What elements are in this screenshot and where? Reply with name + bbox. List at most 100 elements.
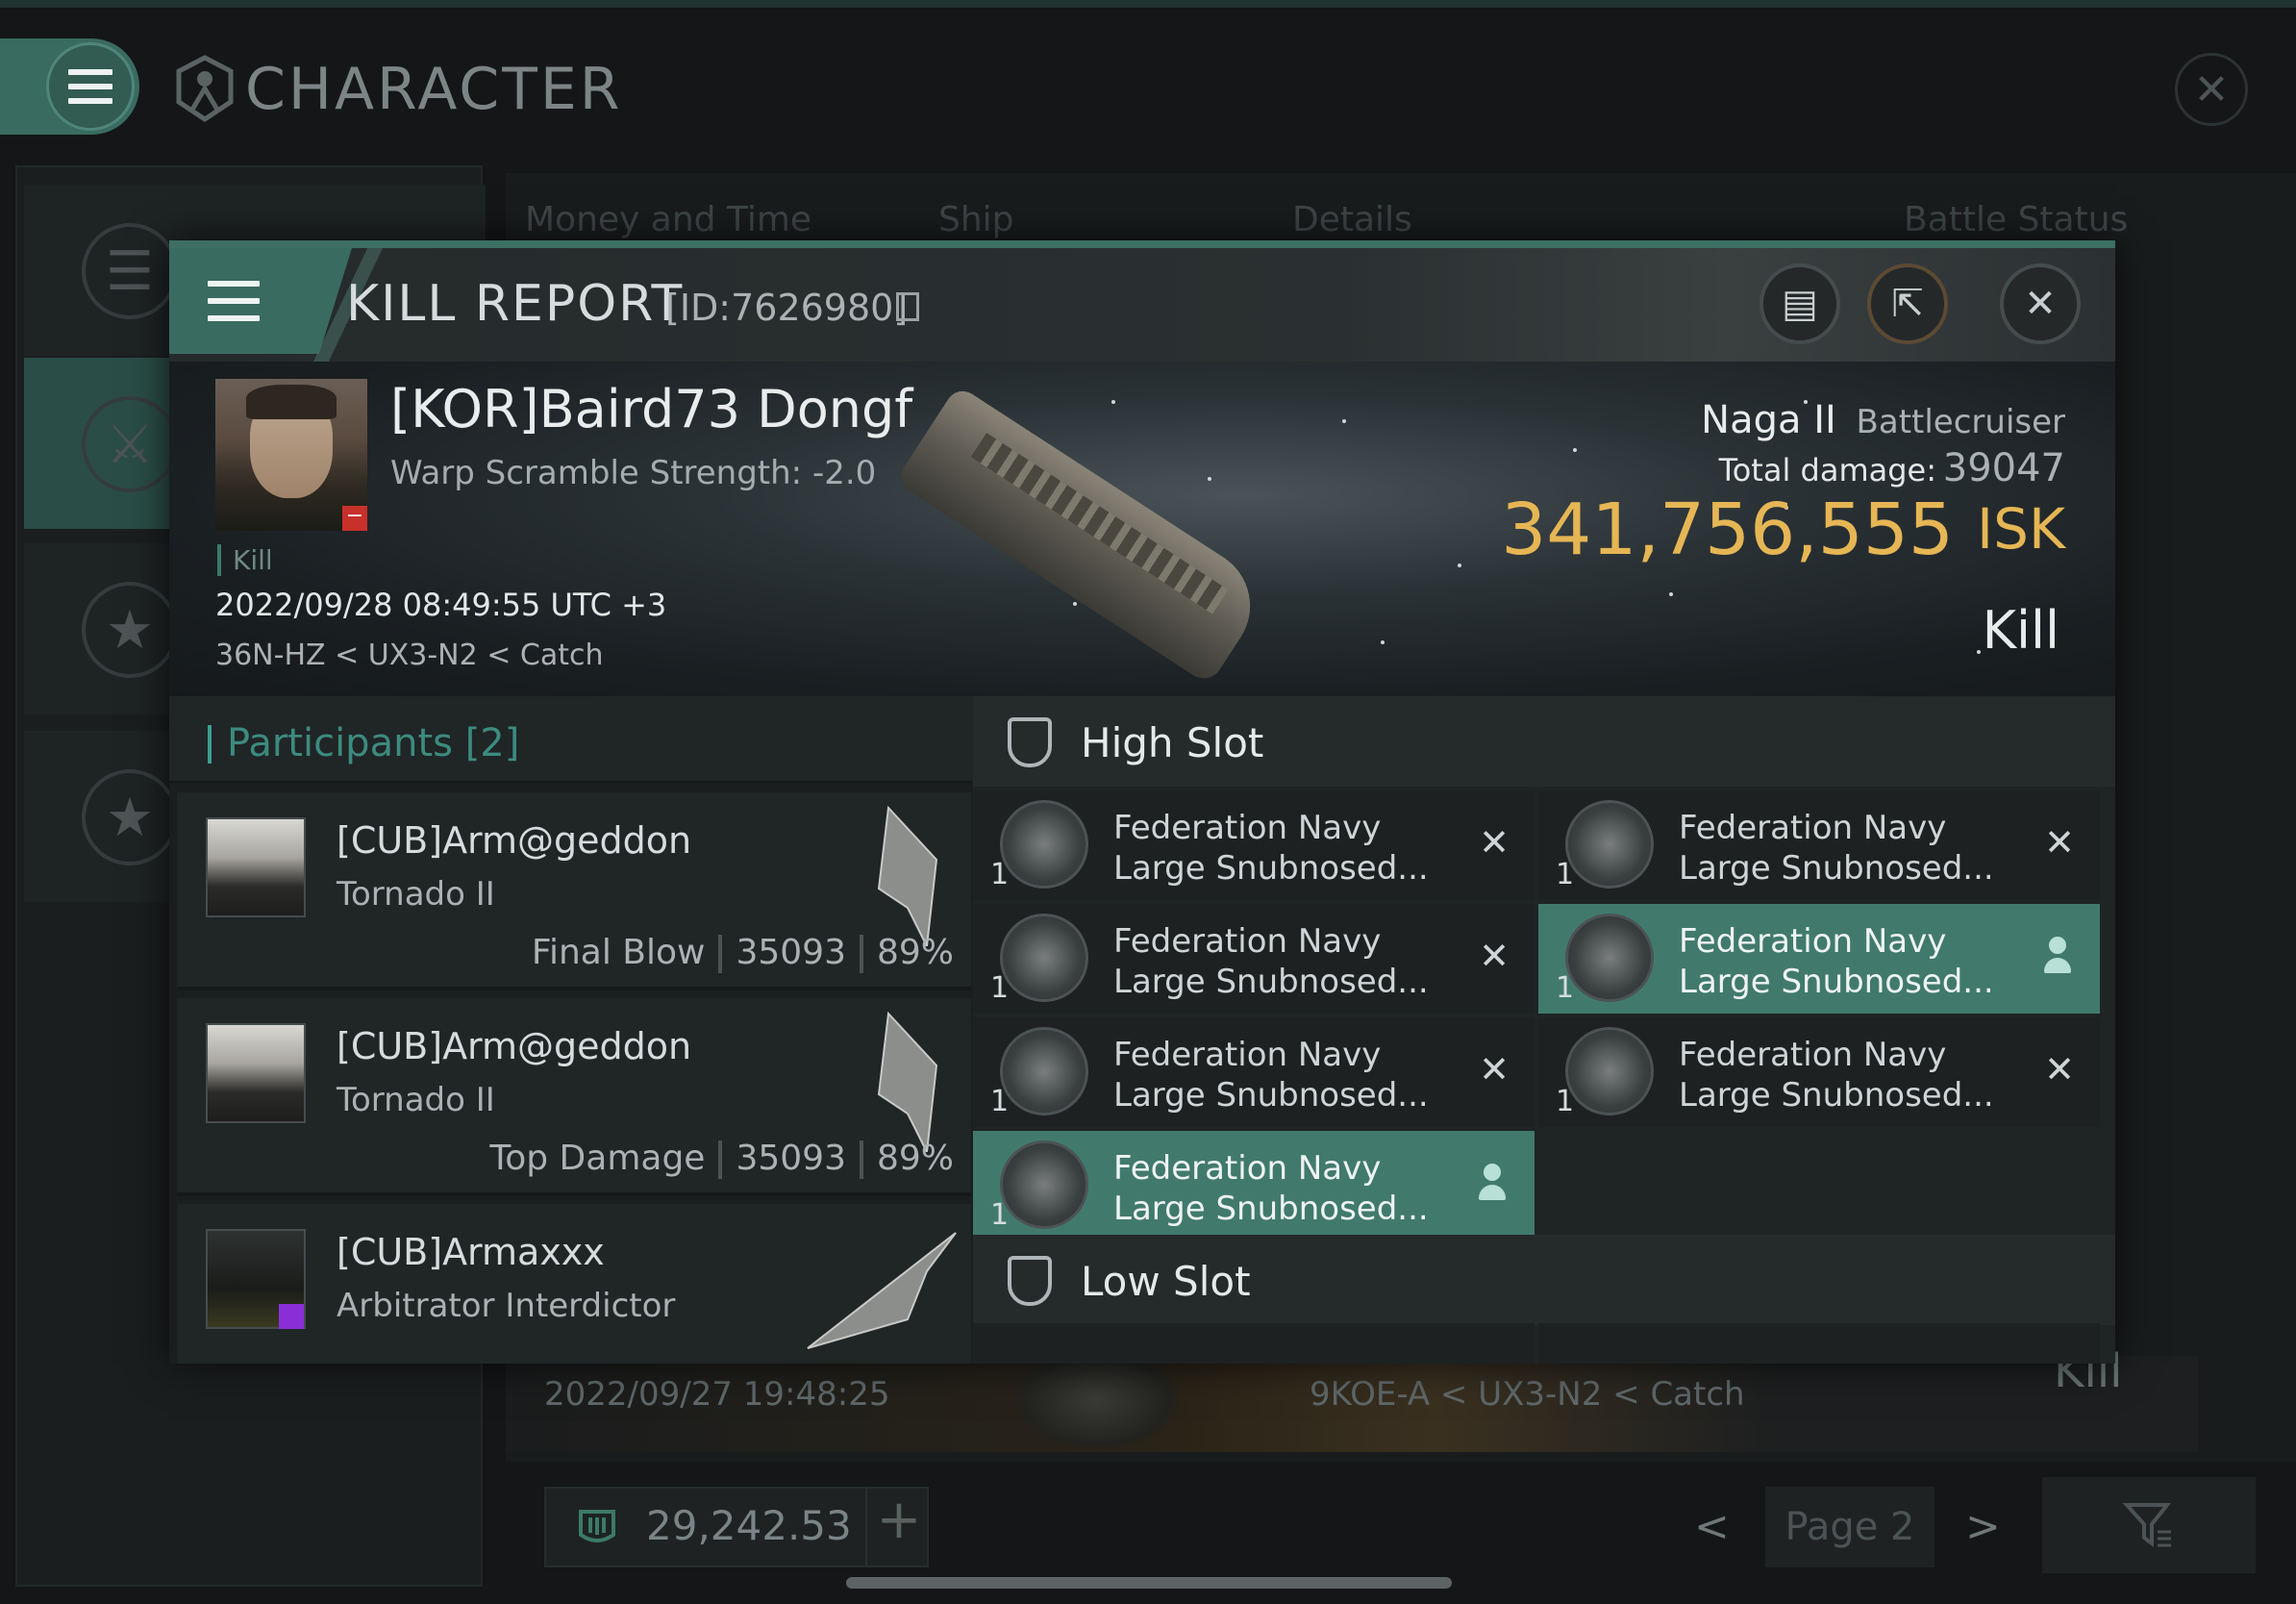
high-slot-icon: [1008, 717, 1052, 767]
module-icon: [1000, 914, 1088, 1002]
destroyed-icon: ✕: [1479, 1048, 1510, 1090]
page-indicator: Page 2: [1765, 1487, 1934, 1567]
module-name-line1: Federation Navy: [1113, 1149, 1382, 1188]
destroyed-icon: ✕: [2044, 1048, 2075, 1090]
participant-row[interactable]: [CUB]Armaxxx Arbitrator Interdictor: [177, 1204, 971, 1364]
share-button[interactable]: ⇱: [1867, 263, 1948, 344]
participant-stats: Final Blow 35093 89%: [532, 933, 954, 973]
participant-role: Final Blow: [531, 933, 706, 972]
destroyed-icon: ✕: [1479, 935, 1510, 977]
module-quantity: 1: [990, 858, 1010, 891]
module-name-line1: Federation Navy: [1113, 809, 1382, 847]
filter-icon: [2123, 1503, 2172, 1547]
module-item[interactable]: 1 Federation Navy Large Snubnosed... ✕: [1538, 1017, 2100, 1127]
module-item[interactable]: [1538, 1323, 2100, 1364]
dialog-close-button[interactable]: ✕: [2000, 263, 2081, 344]
star-circle-icon: ★: [82, 769, 178, 865]
star-shield-icon: ★: [82, 582, 178, 678]
module-quantity: 1: [990, 1198, 1010, 1232]
report-id: [ID:7626980]: [665, 287, 909, 329]
dialog-title: KILL REPORT: [346, 275, 685, 333]
module-name-line1: Federation Navy: [1113, 1036, 1382, 1074]
clipboard-button[interactable]: ▤: [1759, 263, 1840, 344]
module-item[interactable]: [973, 1323, 1535, 1364]
module-name-line2: Large Snubnosed...: [1113, 963, 1429, 1001]
participant-ship: Tornado II: [337, 875, 495, 914]
total-damage-label: Total damage:: [1718, 452, 1936, 489]
high-slot-header: High Slot: [973, 696, 2115, 787]
column-ship[interactable]: Ship: [938, 200, 1014, 239]
total-damage-value: 39047: [1942, 446, 2065, 490]
participant-damage: 35093: [736, 1139, 846, 1178]
result-label: Kill: [1982, 600, 2059, 661]
main-menu-button[interactable]: [46, 42, 135, 131]
add-funds-button[interactable]: +: [865, 1489, 931, 1566]
participant-name: [CUB]Armaxxx: [337, 1231, 605, 1273]
kill-location[interactable]: 36N-HZ < UX3-N2 < Catch: [215, 639, 604, 672]
participant-ship: Tornado II: [337, 1081, 495, 1119]
hamburger-icon: [68, 69, 112, 104]
participants-accent-bar: [208, 725, 212, 764]
participant-row[interactable]: [CUB]Arm@geddon Tornado II Final Blow 350…: [177, 792, 971, 990]
victim-hair: [246, 385, 337, 419]
module-name-line2: Large Snubnosed...: [1679, 963, 1994, 1001]
copy-id-icon[interactable]: [896, 292, 919, 321]
high-slot-title: High Slot: [1081, 719, 1264, 766]
participant-name: [CUB]Arm@geddon: [337, 819, 692, 862]
module-name-line1: Federation Navy: [1679, 922, 1947, 961]
info-badge-icon: [279, 1304, 304, 1329]
destroyed-icon: ✕: [1479, 821, 1510, 864]
module-icon: [1000, 1140, 1088, 1229]
module-item[interactable]: 1 Federation Navy Large Snubnosed... ✕: [973, 904, 1535, 1014]
row-date: 2022/09/27 19:48:25: [544, 1375, 890, 1414]
hamburger-icon: [208, 281, 260, 321]
ship-name[interactable]: Naga II Battlecruiser: [1701, 398, 2065, 442]
module-icon: [1565, 1027, 1654, 1115]
module-name: Federation Navy Large Snubnosed...: [1113, 808, 1429, 889]
module-name-line2: Large Snubnosed...: [1113, 1076, 1429, 1115]
module-name-line1: Federation Navy: [1679, 809, 1947, 847]
module-name: Federation Navy Large Snubnosed...: [1113, 1035, 1429, 1115]
column-details[interactable]: Details: [1292, 200, 1412, 239]
previous-page-button[interactable]: <: [1694, 1502, 1730, 1551]
module-item[interactable]: 1 Federation Navy Large Snubnosed... ✕: [973, 790, 1535, 900]
isk-value: 341,756,555: [1501, 489, 1954, 571]
low-slot-icon: [1008, 1256, 1052, 1306]
participant-stats: Top Damage 35093 89%: [489, 1139, 954, 1179]
horizontal-scrollbar[interactable]: [846, 1577, 1452, 1589]
module-name: Federation Navy Large Snubnosed...: [1679, 808, 1994, 889]
column-battle-status[interactable]: Battle Status: [1904, 200, 2128, 239]
module-item[interactable]: 1 Federation Navy Large Snubnosed... ✕: [1538, 790, 2100, 900]
module-quantity: 1: [1556, 971, 1575, 1005]
module-item[interactable]: 1 Federation Navy Large Snubnosed... ✕: [973, 1017, 1535, 1127]
module-item[interactable]: 1 Federation Navy Large Snubnosed...: [1538, 904, 2100, 1014]
destroyed-icon: ✕: [2044, 821, 2075, 864]
filter-button[interactable]: [2042, 1477, 2256, 1573]
participant-avatar: [206, 1023, 306, 1123]
participant-row[interactable]: [CUB]Arm@geddon Tornado II Top Damage 350…: [177, 998, 971, 1196]
participant-percent: 89%: [876, 1139, 954, 1178]
crossed-swords-icon: ⚔: [82, 396, 178, 492]
column-money-and-time[interactable]: Money and Time: [525, 200, 811, 239]
module-quantity: 1: [990, 1085, 1010, 1118]
participant-name: [CUB]Arm@geddon: [337, 1025, 692, 1067]
next-page-button[interactable]: >: [1965, 1502, 2001, 1551]
window-title: CHARACTER: [245, 56, 623, 123]
dialog-top-accent: [169, 240, 2115, 248]
module-icon: [1000, 1027, 1088, 1115]
participant-ship-icon: [807, 1232, 957, 1349]
module-icon: [1565, 914, 1654, 1002]
module-name: Federation Navy Large Snubnosed...: [1113, 921, 1429, 1002]
low-slot-header: Low Slot: [973, 1235, 2115, 1325]
top-accent-strip: [0, 0, 2296, 8]
module-item[interactable]: 1 Federation Navy Large Snubnosed...: [973, 1131, 1535, 1241]
participant-percent: 89%: [876, 933, 954, 972]
window-close-button[interactable]: ✕: [2175, 53, 2248, 126]
participant-avatar: [206, 817, 306, 917]
participants-title: Participants [2]: [227, 721, 519, 765]
module-name-line2: Large Snubnosed...: [1113, 1190, 1429, 1228]
warp-scramble-strength: Warp Scramble Strength: -2.0: [390, 454, 877, 492]
module-icon: [1000, 800, 1088, 889]
participant-damage: 35093: [736, 933, 846, 972]
victim-name[interactable]: [KOR]Baird73 Dongf: [390, 379, 912, 439]
